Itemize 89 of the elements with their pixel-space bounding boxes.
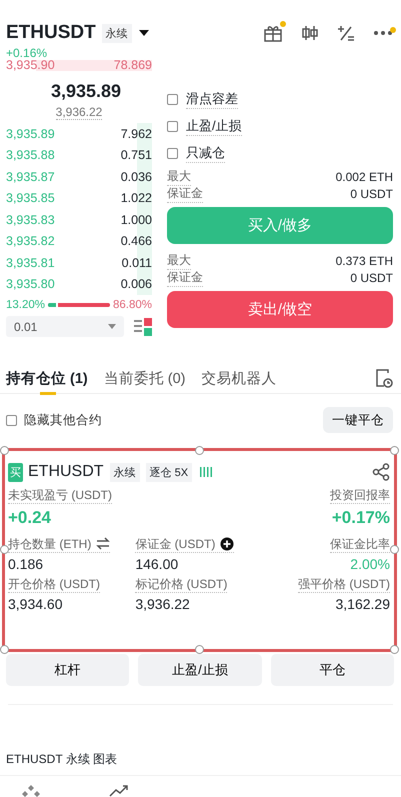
layout-icon[interactable]	[134, 318, 152, 336]
field-label: 持仓数量 (ETH)	[8, 536, 92, 552]
position-tag: 永续	[110, 462, 140, 482]
mark-price: 3,936.22	[56, 105, 102, 120]
position-tag: 逐仓 5X	[146, 462, 192, 482]
resize-handle[interactable]	[0, 545, 9, 554]
tab[interactable]: 当前委托 (0)	[104, 363, 186, 393]
last-price: 3,935.89	[50, 80, 122, 103]
max-value: 0.002 ETH	[336, 170, 393, 184]
checkbox[interactable]	[167, 121, 178, 132]
field-label: 保证金 (USDT)	[135, 536, 216, 552]
checkbox[interactable]	[167, 148, 178, 159]
bid-row[interactable]: 3,935.89 7.962	[6, 123, 152, 144]
bid-row[interactable]: 3,935.81 0.011	[6, 252, 152, 274]
field-value: 2.00%	[350, 556, 390, 572]
field-value: 3,934.60	[8, 596, 62, 612]
resize-handle[interactable]	[0, 645, 9, 654]
field-label: 保证金比率	[330, 536, 390, 552]
resize-handle[interactable]	[390, 446, 399, 455]
field-value: 146.00	[135, 556, 178, 572]
more-icon[interactable]	[373, 30, 393, 36]
max-label: 最大	[167, 168, 191, 186]
gift-icon[interactable]	[263, 24, 283, 42]
sell-button[interactable]: 卖出/做空	[167, 291, 393, 328]
bid-amount: 0.466	[120, 234, 152, 248]
price-change: +0.16%	[5, 45, 48, 60]
checkbox-label: 隐藏其他合约	[24, 412, 102, 428]
swap-icon[interactable]	[96, 537, 110, 551]
bid-amount: 0.751	[120, 148, 152, 162]
bid-amount: 0.006	[120, 277, 152, 292]
bid-amount: 0.011	[122, 256, 152, 270]
chart-link[interactable]: ETHUSDT 永续 图表	[0, 705, 401, 776]
margin-label: 保证金	[167, 184, 203, 203]
roe-value: +0.17%	[332, 508, 390, 528]
action-button[interactable]: 杠杆	[6, 654, 130, 686]
signal-bars-icon	[200, 466, 212, 478]
field-label: 标记价格 (USDT)	[135, 576, 228, 592]
share-icon[interactable]	[372, 463, 390, 481]
tab[interactable]: 交易机器人	[202, 363, 276, 393]
candlestick-icon[interactable]	[301, 24, 319, 42]
bid-amount: 1.022	[120, 191, 152, 206]
resize-handle[interactable]	[390, 545, 399, 554]
resize-handle[interactable]	[0, 446, 9, 455]
bid-amount: 0.036	[120, 170, 152, 184]
add-icon[interactable]	[220, 537, 234, 551]
margin-label: 保证金	[167, 268, 203, 287]
bid-amount: 7.962	[120, 126, 152, 141]
option-label: 滑点容差	[186, 90, 238, 109]
option-label: 止盈/止损	[186, 117, 242, 136]
margin-value: 0 USDT	[350, 270, 393, 285]
bid-row[interactable]: 3,935.87 0.036	[6, 166, 152, 188]
contract-tag: 永续	[102, 24, 132, 42]
field-label: 开仓价格 (USDT)	[8, 576, 100, 592]
field-label: 未实现盈亏 (USDT)	[8, 487, 112, 503]
field-value: 3,162.29	[336, 596, 390, 612]
caret-icon[interactable]	[138, 29, 150, 37]
bid-amount: 1.000	[120, 212, 152, 227]
precision-dropdown[interactable]: 0.01	[6, 316, 124, 337]
tab[interactable]: 持有仓位 (1)	[6, 363, 88, 393]
bid-row[interactable]: 3,935.83 1.000	[6, 209, 152, 230]
ratio-bar	[48, 303, 110, 307]
action-button[interactable]: 止盈/止损	[138, 654, 262, 686]
field-value: 0.186	[8, 556, 44, 572]
bid-row[interactable]: 3,935.88 0.751	[6, 144, 152, 166]
calculator-icon[interactable]	[337, 24, 355, 42]
position-symbol: ETHUSDT	[28, 463, 104, 481]
action-button[interactable]: 平仓	[270, 654, 394, 686]
resize-handle[interactable]	[390, 645, 399, 654]
resize-handle[interactable]	[194, 645, 204, 654]
field-value: 3,936.22	[135, 596, 190, 612]
side-badge: 买	[8, 462, 23, 482]
pnl-value: +0.24	[8, 508, 52, 528]
close-all-button[interactable]: 一键平仓	[323, 407, 393, 433]
history-icon[interactable]	[375, 368, 393, 388]
option-label: 只减仓	[186, 144, 225, 163]
sell-ratio: 86.80%	[112, 299, 152, 311]
resize-handle[interactable]	[194, 446, 204, 455]
bid-row[interactable]: 3,935.82 0.466	[6, 230, 152, 252]
symbol-title[interactable]: ETHUSDT	[6, 22, 96, 44]
margin-value: 0 USDT	[350, 186, 393, 201]
field-label: 强平价格 (USDT)	[298, 576, 390, 592]
field-label: 投资回报率	[330, 487, 390, 503]
bid-row[interactable]: 3,935.85 1.022	[6, 188, 152, 209]
max-label: 最大	[167, 252, 191, 270]
checkbox[interactable]	[6, 414, 17, 426]
bid-row[interactable]: 3,935.80 0.006	[6, 274, 152, 295]
checkbox[interactable]	[167, 94, 178, 105]
max-value: 0.373 ETH	[336, 254, 393, 268]
buy-ratio: 13.20%	[6, 299, 46, 311]
